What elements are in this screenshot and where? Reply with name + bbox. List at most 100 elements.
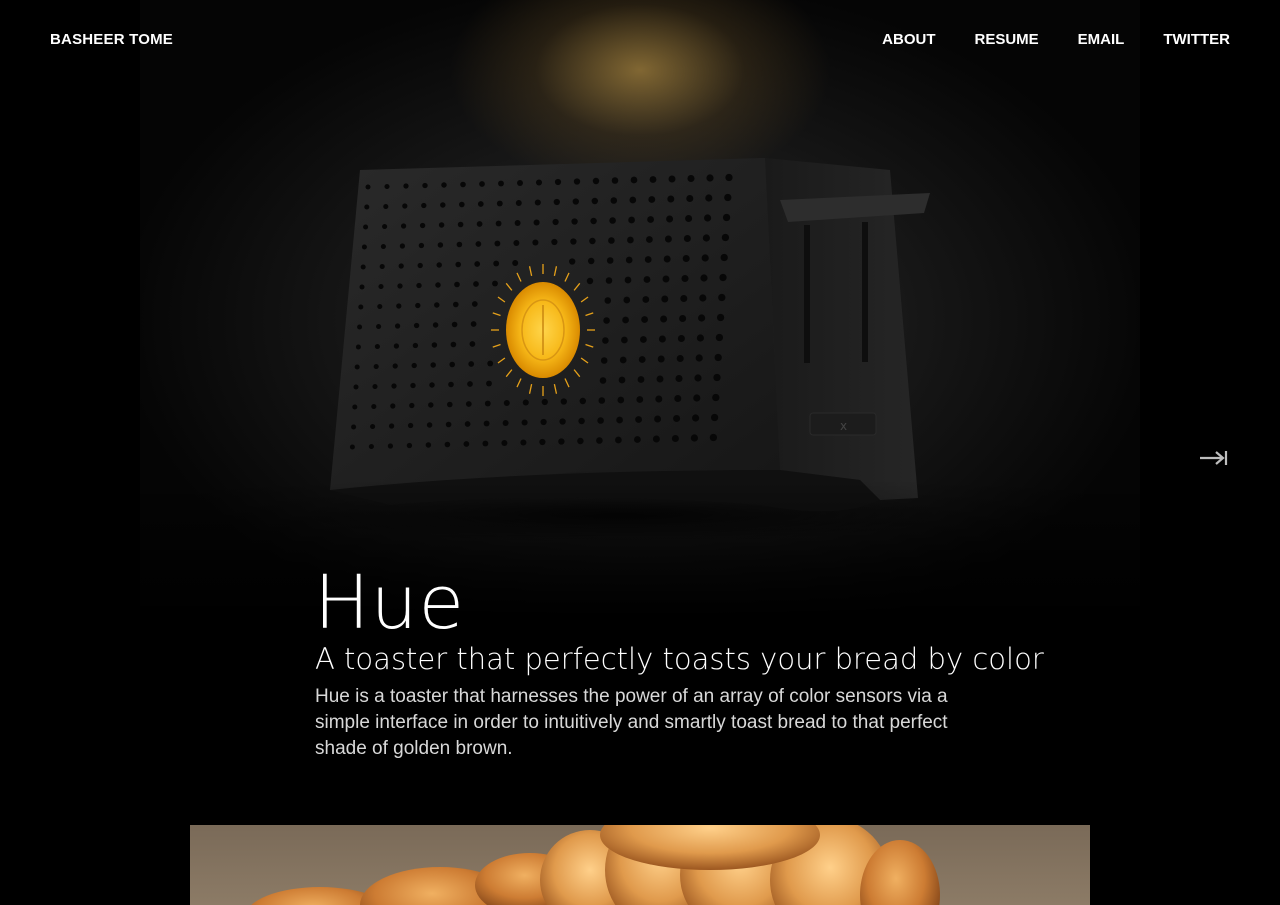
- perforation-dot: [699, 294, 707, 302]
- perforation-dot: [652, 435, 660, 443]
- perforation-dot: [512, 260, 519, 266]
- perforation-dot: [591, 197, 599, 205]
- perforation-dot: [514, 220, 521, 226]
- perforation-dot: [700, 274, 708, 282]
- perforation-dot: [579, 397, 587, 405]
- perforation-dot: [617, 396, 625, 404]
- perforation-dot: [434, 302, 440, 308]
- perforation-dot: [454, 281, 460, 288]
- perforation-dot: [634, 436, 641, 443]
- perforation-dot: [450, 341, 457, 348]
- perforation-dot: [396, 303, 402, 309]
- perforation-dot: [573, 178, 581, 185]
- project-description: Hue is a toaster that harnesses the powe…: [315, 686, 948, 759]
- perforation-dot: [468, 361, 475, 367]
- perforation-dot: [590, 217, 597, 225]
- perforation-dot: [360, 264, 366, 270]
- perforation-dot: [460, 181, 466, 188]
- perforation-dot: [498, 180, 504, 187]
- perforation-dot: [661, 295, 669, 303]
- perforation-dot: [421, 202, 427, 209]
- perforation-dot: [388, 423, 395, 429]
- nav-about-link[interactable]: ABOUT: [882, 31, 935, 48]
- svg-text:x: x: [840, 419, 847, 433]
- perforation-dot: [532, 239, 539, 246]
- perforation-dot: [464, 421, 471, 427]
- perforation-dot: [704, 214, 712, 222]
- perforation-dot: [658, 335, 666, 343]
- project-title: Hue: [314, 560, 466, 646]
- nav-email-link[interactable]: EMAIL: [1078, 31, 1125, 48]
- perforation-dot: [722, 213, 731, 222]
- perforation-dot: [426, 422, 433, 428]
- perforation-dot: [619, 356, 627, 364]
- perforation-dot: [554, 178, 562, 186]
- perforation-dot: [696, 334, 704, 342]
- perforation-dot: [473, 281, 479, 287]
- perforation-dot: [521, 419, 528, 426]
- perforation-dot: [681, 274, 689, 283]
- perforation-dot: [695, 354, 703, 362]
- perforation-dot: [493, 260, 500, 267]
- perforation-dot: [376, 323, 382, 330]
- perforation-dot: [413, 322, 420, 329]
- perforation-dot: [597, 417, 604, 424]
- skip-next-icon[interactable]: [1199, 447, 1229, 469]
- perforation-dot: [355, 344, 361, 350]
- perforation-dot: [603, 317, 610, 324]
- perforation-dot: [540, 418, 547, 426]
- perforation-dot: [425, 442, 432, 448]
- perforation-dot: [702, 234, 710, 242]
- hero-bottom-fade: [140, 480, 1140, 620]
- perforation-dot: [394, 323, 401, 329]
- perforation-dot: [598, 397, 606, 404]
- perforation-dot: [444, 441, 451, 448]
- perforation-dot: [668, 175, 676, 183]
- perforation-dot: [436, 262, 442, 268]
- perforation-dot: [676, 354, 684, 363]
- perforation-dot: [721, 233, 730, 242]
- perforation-dot: [552, 218, 559, 226]
- perforation-dot: [440, 202, 446, 208]
- perforation-dot: [501, 440, 508, 446]
- perforation-dot: [647, 216, 654, 223]
- nav-resume-link[interactable]: RESUME: [974, 31, 1038, 48]
- perforation-dot: [383, 203, 389, 210]
- perforation-dot: [361, 244, 367, 250]
- perforation-dot: [477, 201, 484, 207]
- perforation-dot: [371, 403, 377, 410]
- nav-twitter-link[interactable]: TWITTER: [1163, 31, 1230, 48]
- perforation-dot: [640, 336, 647, 343]
- perforation-dot: [370, 423, 376, 430]
- perforation-dot: [649, 176, 657, 183]
- perforation-dot: [534, 199, 541, 206]
- perforation-dot: [380, 243, 386, 250]
- perforation-dot: [664, 235, 672, 243]
- perforation-dot: [502, 420, 509, 426]
- perforation-dot: [629, 196, 637, 204]
- perforation-dot: [570, 238, 577, 245]
- perforation-dot: [445, 421, 452, 428]
- perforation-dot: [725, 173, 733, 182]
- site-brand-link[interactable]: BASHEER TOME: [50, 31, 173, 48]
- perforation-dot: [541, 398, 548, 406]
- perforation-dot: [644, 256, 652, 263]
- perforation-dot: [687, 174, 695, 183]
- perforation-dot: [470, 321, 477, 327]
- perforation-dot: [422, 182, 428, 189]
- perforation-dot: [479, 181, 485, 187]
- perforation-dot: [533, 219, 540, 226]
- perforation-dot: [637, 376, 645, 383]
- perforation-dot: [706, 174, 714, 182]
- perforation-dot: [560, 398, 567, 405]
- perforation-dot: [571, 218, 578, 225]
- perforation-dot: [402, 203, 408, 209]
- perforation-dot: [685, 214, 693, 223]
- perforation-dot: [657, 355, 665, 363]
- perforation-dot: [618, 376, 626, 384]
- perforation-dot: [592, 177, 600, 185]
- perforation-dot: [483, 420, 490, 427]
- perforation-dot: [437, 242, 444, 248]
- perforation-dot: [710, 413, 719, 422]
- perforation-dot: [457, 221, 464, 228]
